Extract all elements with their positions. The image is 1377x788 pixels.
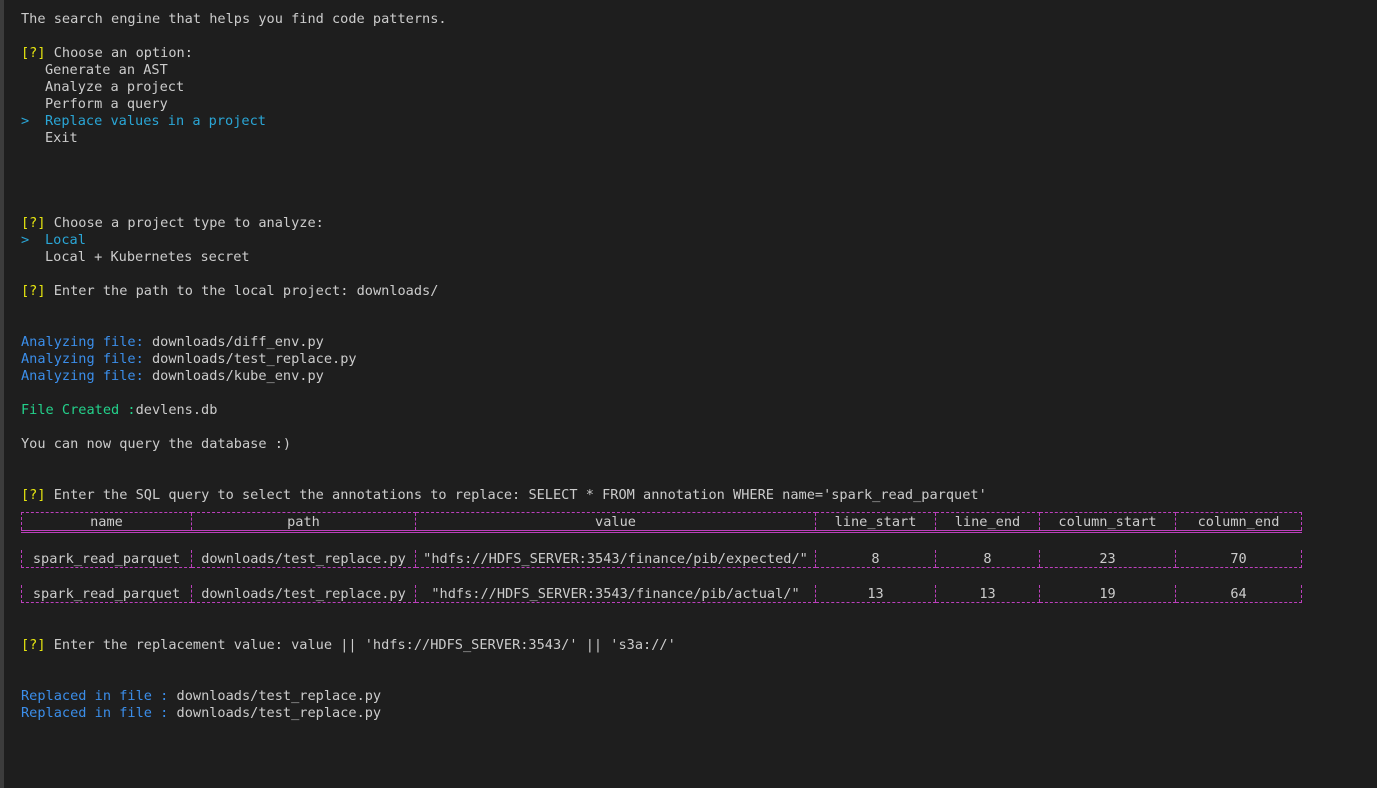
project-type-option-kubernetes[interactable]: Local + Kubernetes secret — [21, 249, 1361, 266]
annotations-table: name path value line_start line_end colu… — [21, 512, 1302, 603]
selection-pointer: > — [21, 232, 30, 248]
prompt-marker: [?] — [21, 45, 46, 61]
prompt-marker: [?] — [21, 487, 46, 503]
column-header: name — [21, 512, 192, 533]
path-prompt: [?] Enter the path to the local project:… — [21, 283, 439, 299]
table-cell: 13 — [935, 585, 1040, 603]
analyzing-line: Analyzing file: downloads/diff_env.py — [21, 334, 324, 350]
column-header: path — [191, 512, 416, 533]
menu-option-generate-ast[interactable]: Generate an AST — [21, 62, 1361, 79]
replaced-line: Replaced in file : downloads/test_replac… — [21, 705, 382, 721]
menu-prompt: [?] Choose an option: — [21, 45, 1361, 62]
table-header-row: name path value line_start line_end colu… — [21, 512, 1302, 533]
table-cell: spark_read_parquet — [21, 550, 192, 568]
selection-pointer: > — [21, 113, 30, 129]
path-answer: downloads/ — [356, 283, 439, 299]
menu-option-exit[interactable]: Exit — [21, 130, 1361, 147]
table-row: spark_read_parquet downloads/test_replac… — [21, 585, 1302, 603]
intro-text: The search engine that helps you find co… — [21, 11, 447, 27]
table-row: spark_read_parquet downloads/test_replac… — [21, 550, 1302, 568]
prompt-marker: [?] — [21, 215, 46, 231]
table-cell: 8 — [815, 550, 936, 568]
sql-answer: SELECT * FROM annotation WHERE name='spa… — [528, 487, 987, 503]
column-header: line_end — [935, 512, 1040, 533]
table-cell: downloads/test_replace.py — [191, 550, 416, 568]
replaced-line: Replaced in file : downloads/test_replac… — [21, 688, 382, 704]
column-header: column_end — [1175, 512, 1302, 533]
column-header: column_start — [1039, 512, 1176, 533]
prompt-marker: [?] — [21, 637, 46, 653]
column-header: value — [415, 512, 816, 533]
table-cell: spark_read_parquet — [21, 585, 192, 603]
table-cell: 64 — [1175, 585, 1302, 603]
table-cell: 13 — [815, 585, 936, 603]
column-header: line_start — [815, 512, 936, 533]
query-message: You can now query the database :) — [21, 436, 292, 452]
file-created-line: File Created :devlens.db — [21, 402, 218, 418]
analyzing-line: Analyzing file: downloads/test_replace.p… — [21, 351, 357, 367]
menu-option-replace-values[interactable]: > Replace values in a project — [21, 113, 1361, 130]
table-cell: downloads/test_replace.py — [191, 585, 416, 603]
sql-prompt: [?] Enter the SQL query to select the an… — [21, 487, 987, 503]
menu-option-perform-query[interactable]: Perform a query — [21, 96, 1361, 113]
menu-question: Choose an option: — [53, 45, 193, 61]
table-cell: 23 — [1039, 550, 1176, 568]
prompt-marker: [?] — [21, 283, 46, 299]
table-cell: 19 — [1039, 585, 1176, 603]
editor-left-border — [0, 0, 4, 788]
project-type-option-local[interactable]: > Local — [21, 232, 1361, 249]
replacement-answer: value || 'hdfs://HDFS_SERVER:3543/' || '… — [291, 637, 676, 653]
project-type-prompt: [?] Choose a project type to analyze: — [21, 215, 324, 231]
replacement-prompt: [?] Enter the replacement value: value |… — [21, 637, 676, 653]
table-cell: 70 — [1175, 550, 1302, 568]
table-cell: "hdfs://HDFS_SERVER:3543/finance/pib/exp… — [415, 550, 816, 568]
analyzing-line: Analyzing file: downloads/kube_env.py — [21, 368, 324, 384]
table-cell: "hdfs://HDFS_SERVER:3543/finance/pib/act… — [415, 585, 816, 603]
table-cell: 8 — [935, 550, 1040, 568]
terminal-output: The search engine that helps you find co… — [21, 11, 1361, 722]
menu-option-analyze-project[interactable]: Analyze a project — [21, 79, 1361, 96]
